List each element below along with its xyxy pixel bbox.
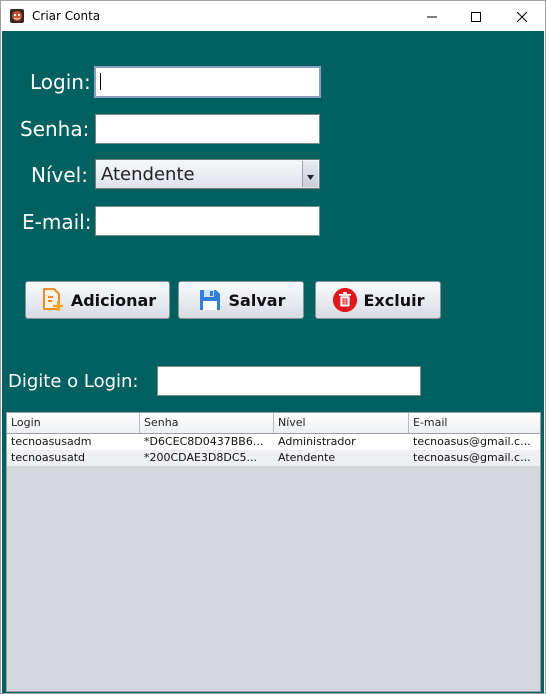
- table-cell-senha: *200CDAE3D8DC5...: [144, 451, 258, 464]
- login-input[interactable]: [94, 66, 321, 98]
- adicionar-button[interactable]: Adicionar: [25, 281, 170, 319]
- trash-icon: [332, 287, 358, 313]
- table-cell-nivel: Administrador: [278, 435, 356, 448]
- minimize-icon: [427, 7, 437, 26]
- table-cell-login: tecnoasusadm: [11, 435, 92, 448]
- maximize-button[interactable]: [453, 1, 499, 31]
- column-header-login[interactable]: Login: [7, 413, 140, 433]
- nivel-select[interactable]: Atendente: [95, 159, 320, 189]
- search-login-input[interactable]: [157, 366, 421, 396]
- column-header-nivel[interactable]: Nível: [274, 413, 409, 433]
- nivel-label: Nível:: [31, 163, 88, 187]
- senha-input[interactable]: [95, 114, 320, 144]
- form-panel: Login: Senha: Nível: Atendente E-mail: A…: [2, 31, 544, 693]
- dropdown-arrow-button[interactable]: [302, 161, 318, 187]
- adicionar-label: Adicionar: [70, 290, 157, 310]
- app-icon: [9, 8, 25, 24]
- table-cell-email: tecnoasus@gmail.c...: [413, 435, 531, 448]
- close-button[interactable]: [499, 1, 545, 31]
- excluir-label: Excluir: [363, 290, 425, 310]
- excluir-button[interactable]: Excluir: [315, 281, 441, 319]
- table-cell-senha: *D6CEC8D0437BB6...: [144, 435, 264, 448]
- minimize-button[interactable]: [409, 1, 455, 31]
- maximize-icon: [471, 7, 481, 26]
- table-header: Login Senha Nível E-mail: [7, 413, 540, 434]
- table-row[interactable]: tecnoasusadm *D6CEC8D0437BB6... Administ…: [7, 434, 540, 450]
- text-caret: [100, 73, 101, 90]
- column-header-senha[interactable]: Senha: [140, 413, 274, 433]
- column-header-email[interactable]: E-mail: [409, 413, 540, 433]
- login-label: Login:: [30, 70, 91, 94]
- search-label: Digite o Login:: [8, 371, 139, 392]
- salvar-button[interactable]: Salvar: [178, 281, 304, 319]
- title-bar: Criar Conta: [1, 1, 545, 31]
- criar-conta-window: Criar Conta Login: Senha: Nível: Atenden…: [0, 0, 546, 694]
- email-input[interactable]: [95, 206, 320, 236]
- table-row[interactable]: tecnoasusatd *200CDAE3D8DC5... Atendente…: [7, 450, 540, 466]
- table-cell-login: tecnoasusatd: [11, 451, 86, 464]
- chevron-down-icon: [307, 165, 314, 184]
- users-table[interactable]: Login Senha Nível E-mail tecnoasusadm *D…: [6, 412, 541, 692]
- add-document-icon: [39, 287, 65, 313]
- senha-label: Senha:: [20, 117, 90, 141]
- email-label: E-mail:: [22, 210, 92, 234]
- nivel-selected-value: Atendente: [101, 164, 195, 185]
- table-cell-nivel: Atendente: [278, 451, 336, 464]
- close-icon: [516, 7, 528, 26]
- table-cell-email: tecnoasus@gmail.c...: [413, 451, 531, 464]
- salvar-label: Salvar: [228, 290, 286, 310]
- floppy-disk-icon: [197, 287, 223, 313]
- window-title: Criar Conta: [32, 9, 101, 23]
